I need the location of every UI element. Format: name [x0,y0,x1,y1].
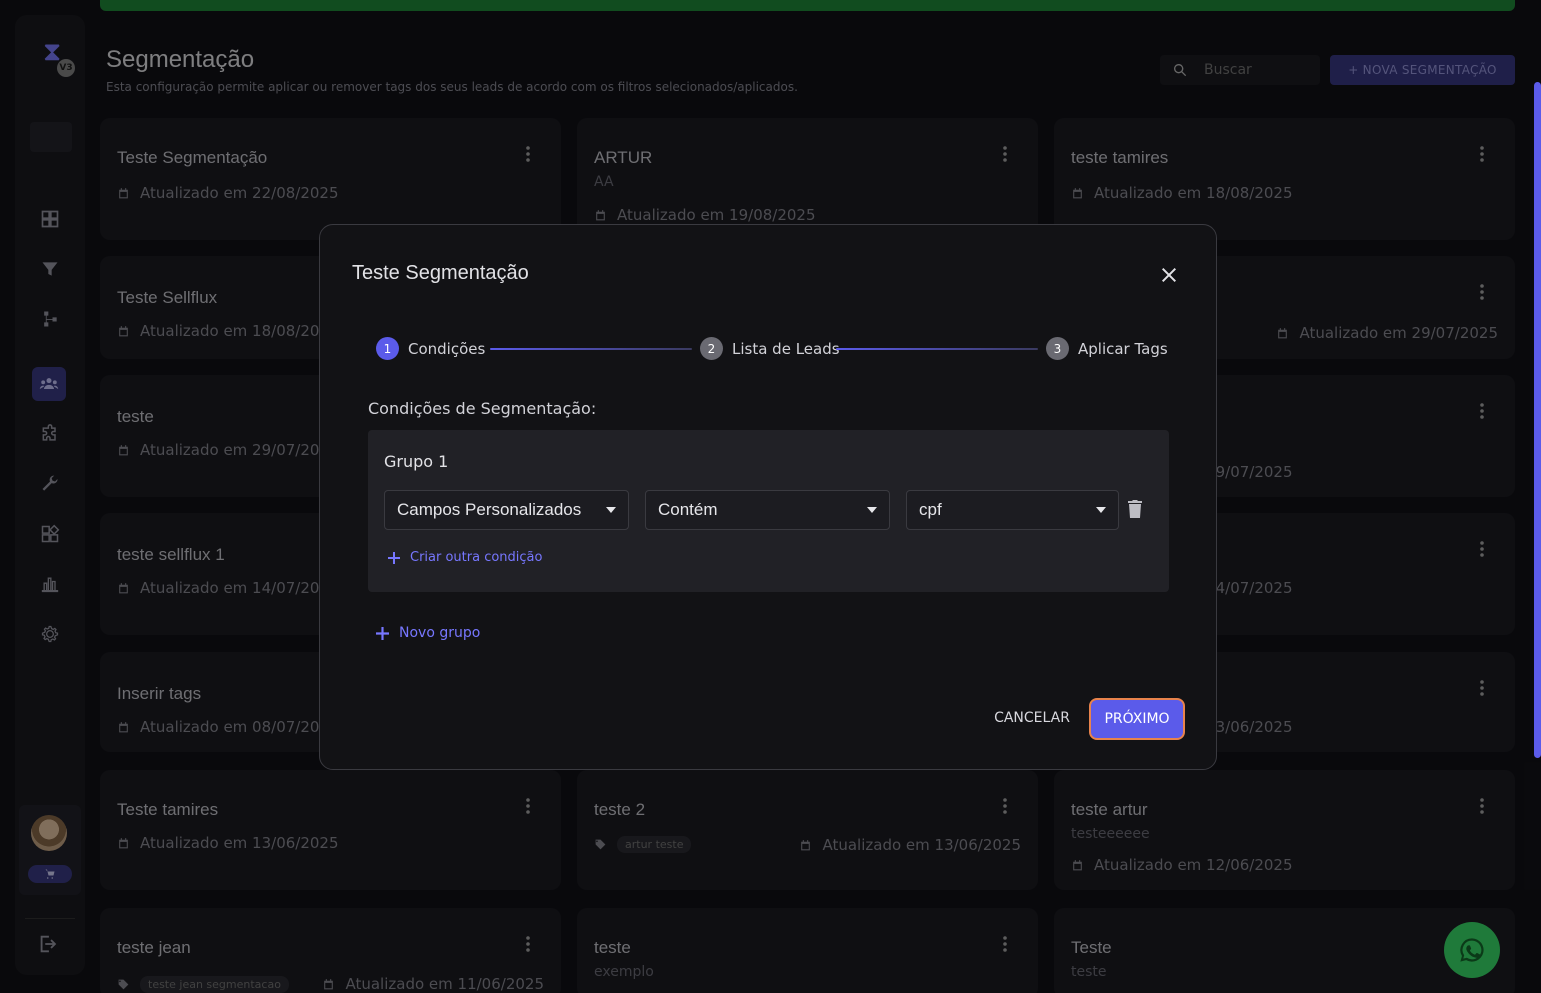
scrollbar[interactable] [1534,82,1541,758]
cancel-button[interactable]: CANCELAR [990,700,1074,736]
segmentation-dialog: Teste Segmentação 1 Condições 2 Lista de… [319,224,1217,770]
whatsapp-icon [1460,938,1484,962]
value-select-value: cpf [919,500,942,519]
step-number: 3 [1046,337,1069,360]
delete-condition-button[interactable] [1128,500,1144,520]
operator-select[interactable]: Contém [645,490,890,530]
dialog-title: Teste Segmentação [352,262,529,284]
add-group-button[interactable]: Novo grupo [376,625,480,641]
step-label: Lista de Leads [732,339,840,358]
caret-down-icon [1096,507,1106,513]
add-condition-button[interactable]: Criar outra condição [388,550,542,565]
add-condition-label: Criar outra condição [410,550,543,565]
close-icon [1162,268,1176,282]
caret-down-icon [606,507,616,513]
step-conditions[interactable]: 1 Condições [376,337,485,360]
group-title: Grupo 1 [384,452,449,471]
caret-down-icon [867,507,877,513]
step-lead-list[interactable]: 2 Lista de Leads [700,337,840,360]
step-apply-tags[interactable]: 3 Aplicar Tags [1046,337,1168,360]
step-number: 2 [700,337,723,360]
step-label: Condições [408,339,486,358]
whatsapp-button[interactable] [1444,922,1500,978]
step-connector [490,348,692,350]
condition-group: Grupo 1 Campos Personalizados Contém cpf… [368,430,1169,592]
field-select-value: Campos Personalizados [397,500,582,519]
step-number: 1 [376,337,399,360]
operator-select-value: Contém [658,500,718,519]
step-label: Aplicar Tags [1078,339,1168,358]
plus-icon [388,551,400,564]
plus-icon [376,626,389,640]
step-connector [836,348,1038,350]
next-button[interactable]: PRÓXIMO [1089,698,1185,740]
close-button[interactable] [1159,265,1179,285]
field-select[interactable]: Campos Personalizados [384,490,629,530]
section-label: Condições de Segmentação: [368,399,597,418]
value-select[interactable]: cpf [906,490,1119,530]
trash-icon [1128,500,1142,518]
add-group-label: Novo grupo [399,625,481,641]
